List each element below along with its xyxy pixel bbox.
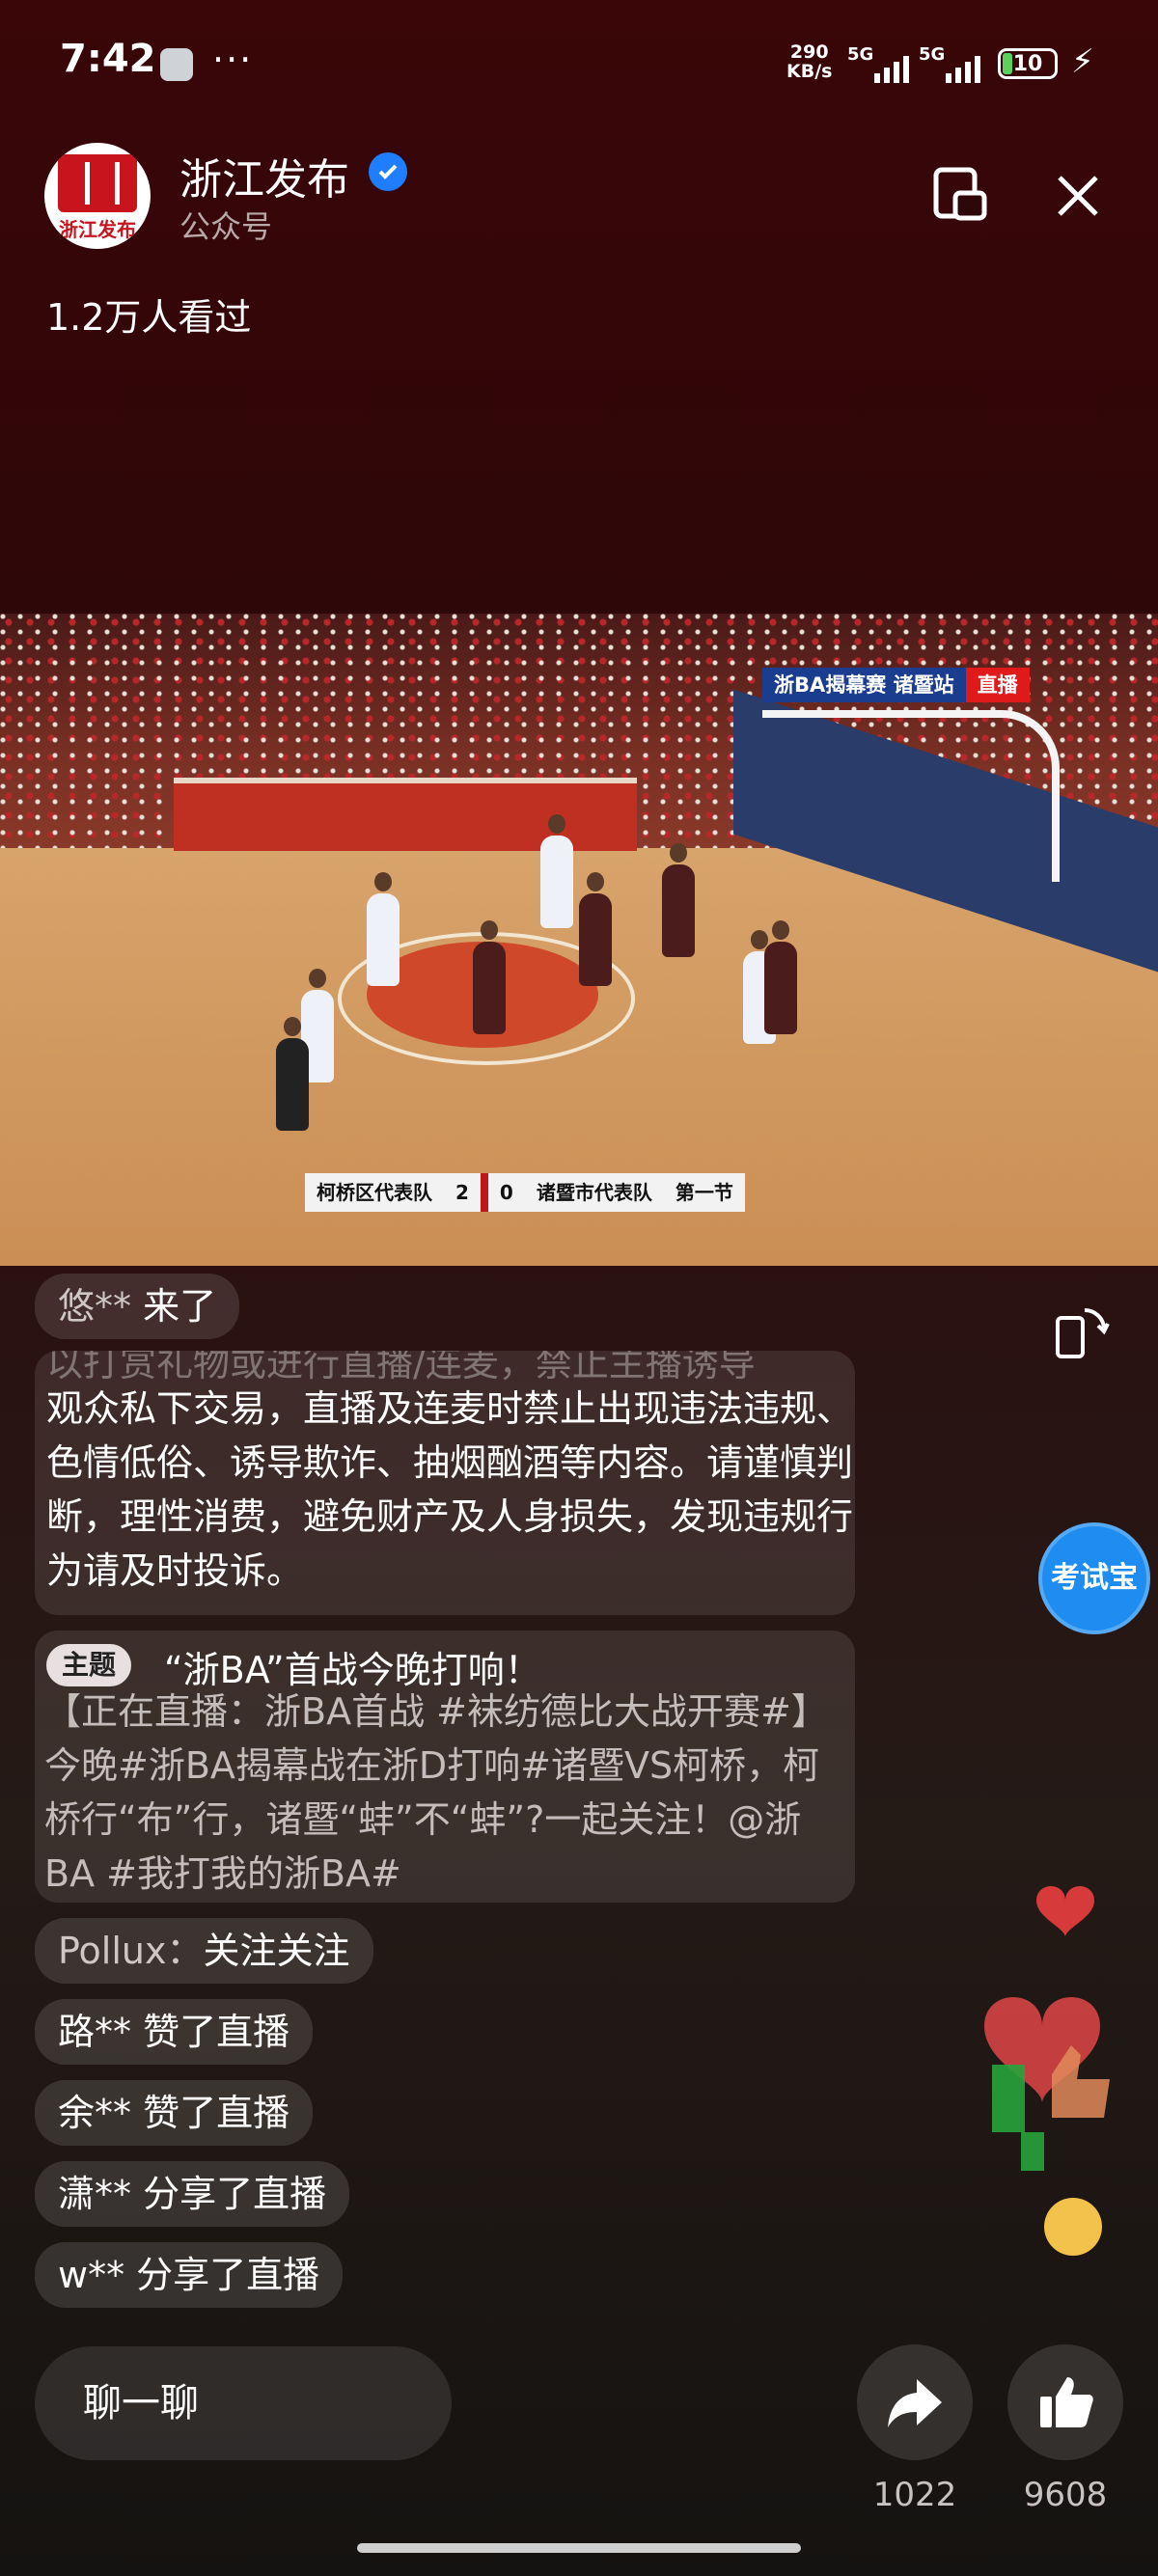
live-event-tag: 浙BA揭幕赛 诸暨站 直播 [762,668,1030,702]
signal-bars-2-icon [946,50,980,83]
chat-user: Pollux： [58,1930,204,1972]
chat-text: 赞了直播 [131,2092,290,2134]
score-left: 2 [444,1173,481,1212]
player [764,920,797,1034]
app-notification-icon [160,48,193,81]
live-video-player[interactable]: 浙BA揭幕赛 诸暨站 直播 柯桥区代表队 2 0 诸暨市代表队 第一节 [0,614,1158,1266]
chat-text: 分享了直播 [131,2173,327,2215]
scoreboard: 柯桥区代表队 2 0 诸暨市代表队 第一节 [305,1173,745,1212]
pip-icon [933,167,987,221]
game-period: 第一节 [663,1173,745,1212]
chat-text: 关注关注 [203,1930,350,1972]
network-speed-unit: KB/s [786,61,833,82]
more-notifications-icon: ··· [212,39,254,81]
signal-bars-1-icon [874,50,909,83]
status-time: 7:42 [60,37,156,81]
status-bar: 7:42 ··· 290 KB/s 5G 5G 10 ⚡ [0,0,1158,125]
pip-mode-button[interactable] [926,162,994,230]
verified-icon [369,152,407,191]
player [540,814,573,928]
player [579,872,612,986]
account-avatar[interactable]: 浙江发布 [44,143,151,249]
entry-action: 来了 [131,1285,217,1328]
chat-input[interactable]: 聊一聊 [35,2346,452,2460]
live-badge: 直播 [965,668,1030,702]
avatar-text: 浙江发布 [59,218,136,241]
chat-text: 分享了直播 [124,2254,320,2296]
chat-user: w** [58,2254,125,2296]
score-divider [480,1173,488,1212]
player [367,872,400,986]
chat-text: 赞了直播 [131,2011,290,2053]
account-name[interactable]: 浙江发布 [179,145,349,206]
referee [276,1017,309,1131]
battery-level: 10 [1012,52,1043,76]
floating-likes-animation [984,1881,1158,2267]
thumbs-up-icon [1040,2377,1093,2427]
chat-message: Pollux：关注关注 [35,1918,373,1984]
topic-body: 【正在直播：浙BA首战 #袜纺德比大战开赛#】今晚#浙BA揭幕战在浙D打响#诸暨… [44,1690,828,1895]
topic-card[interactable]: 主题 “浙BA”首战今晚打响！ 【正在直播：浙BA首战 #袜纺德比大战开赛#】今… [35,1631,855,1903]
rotate-screen-button[interactable] [1050,1302,1112,1364]
topic-badge: 主题 [46,1644,132,1686]
chat-user: 潇** [58,2173,132,2215]
team-right: 诸暨市代表队 [524,1173,664,1212]
share-icon [888,2379,942,2427]
viewer-count: 1.2万人看过 [46,296,252,339]
entry-user: 悠** [58,1285,132,1328]
notice-text: 观众私下交易，直播及连麦时禁止出现违法违规、色情低俗、诱导欺诈、抽烟酗酒等内容。… [46,1387,854,1592]
score-right: 0 [487,1173,525,1212]
network-speed-value: 290 [789,41,829,63]
team-left: 柯桥区代表队 [305,1173,444,1212]
chat-message: 潇** 分享了直播 [35,2161,350,2227]
signal-label-2: 5G [919,44,946,65]
chat-message: w** 分享了直播 [35,2242,344,2308]
battery-icon: 10 [998,48,1058,79]
like-count: 9608 [1023,2476,1108,2514]
player [473,920,506,1034]
chat-message: 路** 赞了直播 [35,1999,314,2065]
live-event-name: 浙BA揭幕赛 诸暨站 [762,668,966,702]
signal-label-1: 5G [847,44,874,65]
rotate-icon [1056,1307,1110,1358]
system-notice: 以打赏礼物或进行直播/连麦，禁止主播诱导 观众私下交易，直播及连麦时禁止出现违法… [35,1351,855,1615]
home-indicator[interactable] [357,2543,801,2553]
account-type: 公众号 [179,208,273,245]
share-button[interactable] [857,2344,973,2460]
chat-user: 余** [58,2092,132,2134]
charging-icon: ⚡ [1071,42,1094,81]
logo-mark [58,154,137,212]
chat-user: 路** [58,2011,132,2053]
network-speed: 290 KB/s [786,42,832,81]
emoji-icon [1044,2198,1102,2256]
player [662,843,695,957]
heart-icon [1036,1886,1094,1937]
like-button[interactable] [1007,2344,1123,2460]
chat-message: 余** 赞了直播 [35,2080,314,2146]
close-button[interactable] [1044,162,1112,230]
user-entry-message: 悠** 来了 [35,1274,240,1339]
kaoshi-app-button[interactable]: 考试宝 [1038,1522,1150,1634]
basketball-hoop [762,710,1060,882]
close-icon [1058,176,1098,216]
share-count: 1022 [872,2476,957,2514]
